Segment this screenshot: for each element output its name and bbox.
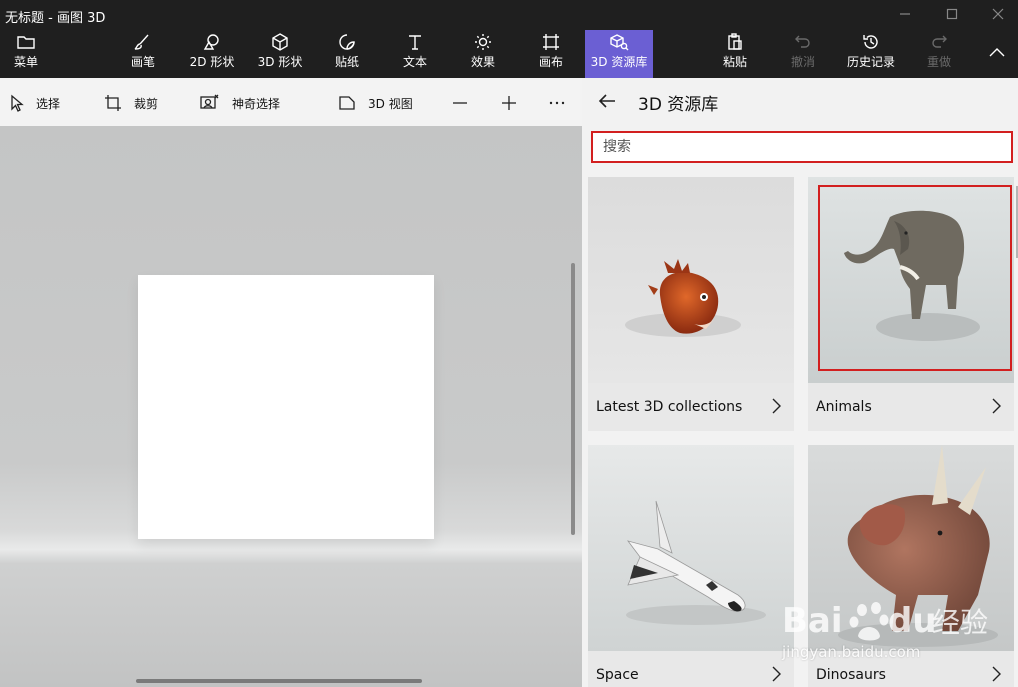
chevron-right-icon xyxy=(770,397,784,415)
tool-text[interactable]: 文本 xyxy=(392,32,438,74)
tool-brushes[interactable]: 画笔 xyxy=(120,32,166,74)
plus-icon xyxy=(502,96,516,110)
chevron-right-icon xyxy=(770,665,784,683)
space-shuttle-thumbnail xyxy=(588,445,794,651)
sun-icon xyxy=(472,32,494,52)
ribbon-bar: 无标题 - 画图 3D 菜单 画笔 2D 形状 3D 形状 贴纸 文本 效果 画… xyxy=(0,0,1018,78)
tool-canvas-label: 画布 xyxy=(538,55,563,69)
tool-effects[interactable]: 效果 xyxy=(460,32,506,74)
undo-button[interactable]: 撤消 xyxy=(782,32,824,74)
magic-select-icon xyxy=(200,94,219,109)
paste-icon xyxy=(724,32,746,52)
tool-effects-label: 效果 xyxy=(470,55,495,69)
svg-text:du: du xyxy=(888,601,937,641)
svg-text:Bai: Bai xyxy=(782,601,843,641)
maximize-icon[interactable] xyxy=(937,3,967,25)
magic-select-label: 神奇选择 xyxy=(232,96,281,111)
category-label: Latest 3D collections xyxy=(596,399,743,415)
tool-3d-shapes[interactable]: 3D 形状 xyxy=(252,32,308,74)
folder-icon xyxy=(15,32,37,52)
3d-library-icon xyxy=(608,32,630,52)
back-arrow-icon xyxy=(598,94,615,108)
category-label: Dinosaurs xyxy=(816,667,886,683)
svg-text:经验: 经验 xyxy=(932,606,988,639)
crop-label: 裁剪 xyxy=(134,96,159,111)
minimize-icon[interactable] xyxy=(890,3,920,25)
zoom-out-button[interactable] xyxy=(447,90,473,116)
canvas-icon xyxy=(540,32,562,52)
search-input[interactable] xyxy=(593,133,1011,161)
selection-highlight xyxy=(818,185,1012,371)
tool-2d-shapes[interactable]: 2D 形状 xyxy=(184,32,240,74)
undo-icon xyxy=(792,32,814,52)
2d-shapes-icon xyxy=(201,32,223,52)
paste-button[interactable]: 粘贴 xyxy=(714,32,756,74)
redo-icon xyxy=(928,32,950,52)
redo-button[interactable]: 重做 xyxy=(918,32,960,74)
crop-tool[interactable]: 裁剪 xyxy=(104,92,158,114)
panel-title: 3D 资源库 xyxy=(638,95,719,115)
sticker-icon xyxy=(336,32,358,52)
3d-view-toggle[interactable]: 3D 视图 xyxy=(338,92,413,114)
magic-select-tool[interactable]: 神奇选择 xyxy=(200,92,280,114)
canvas-toolbar: 选择 裁剪 神奇选择 3D 视图 xyxy=(0,78,582,126)
redo-label: 重做 xyxy=(926,55,951,69)
brush-icon xyxy=(132,32,154,52)
chevron-up-icon xyxy=(986,42,1008,62)
tool-3d-library[interactable]: 3D 资源库 xyxy=(585,30,653,78)
paste-label: 粘贴 xyxy=(722,55,747,69)
tool-brushes-label: 画笔 xyxy=(130,55,155,69)
undo-label: 撤消 xyxy=(790,55,815,69)
close-icon[interactable] xyxy=(983,3,1013,25)
watermark-url: jingyan.baidu.com xyxy=(782,643,921,661)
tool-2d-shapes-label: 2D 形状 xyxy=(189,55,235,69)
category-label: Space xyxy=(596,667,639,683)
tool-stickers-label: 贴纸 xyxy=(334,55,359,69)
cursor-icon xyxy=(11,94,24,112)
3d-cube-icon xyxy=(269,32,291,52)
more-icon xyxy=(549,101,565,105)
more-options-button[interactable] xyxy=(544,90,570,116)
vertical-scrollbar[interactable] xyxy=(571,263,575,535)
chevron-right-icon xyxy=(990,397,1004,415)
zoom-in-button[interactable] xyxy=(496,90,522,116)
tool-text-label: 文本 xyxy=(402,55,427,69)
category-card-latest[interactable]: Latest 3D collections xyxy=(588,177,794,431)
drawing-canvas[interactable] xyxy=(138,275,434,539)
crop-icon xyxy=(105,95,121,111)
category-card-animals[interactable]: Animals xyxy=(808,177,1014,431)
workspace[interactable] xyxy=(0,126,582,687)
select-label: 选择 xyxy=(36,96,61,111)
history-icon xyxy=(860,32,882,52)
tool-3d-shapes-label: 3D 形状 xyxy=(257,55,303,69)
menu-button[interactable]: 菜单 xyxy=(6,32,46,74)
category-card-space[interactable]: Space xyxy=(588,445,794,687)
minus-icon xyxy=(453,102,467,104)
history-label: 历史记录 xyxy=(846,55,895,69)
tool-stickers[interactable]: 贴纸 xyxy=(324,32,370,74)
3d-view-label: 3D 视图 xyxy=(368,96,413,111)
category-label: Animals xyxy=(816,399,872,415)
window-title: 无标题 - 画图 3D xyxy=(5,11,106,26)
horizontal-scrollbar[interactable] xyxy=(136,679,422,683)
menu-label: 菜单 xyxy=(13,55,38,69)
select-tool[interactable]: 选择 xyxy=(10,92,60,114)
search-box[interactable] xyxy=(591,131,1013,163)
back-button[interactable] xyxy=(594,88,620,114)
history-button[interactable]: 历史记录 xyxy=(842,32,900,74)
chevron-right-icon xyxy=(990,665,1004,683)
anglerfish-thumbnail xyxy=(588,177,794,383)
3d-view-icon xyxy=(339,96,355,110)
tool-3d-library-label: 3D 资源库 xyxy=(590,55,648,69)
tool-canvas[interactable]: 画布 xyxy=(528,32,574,74)
text-icon xyxy=(404,32,426,52)
